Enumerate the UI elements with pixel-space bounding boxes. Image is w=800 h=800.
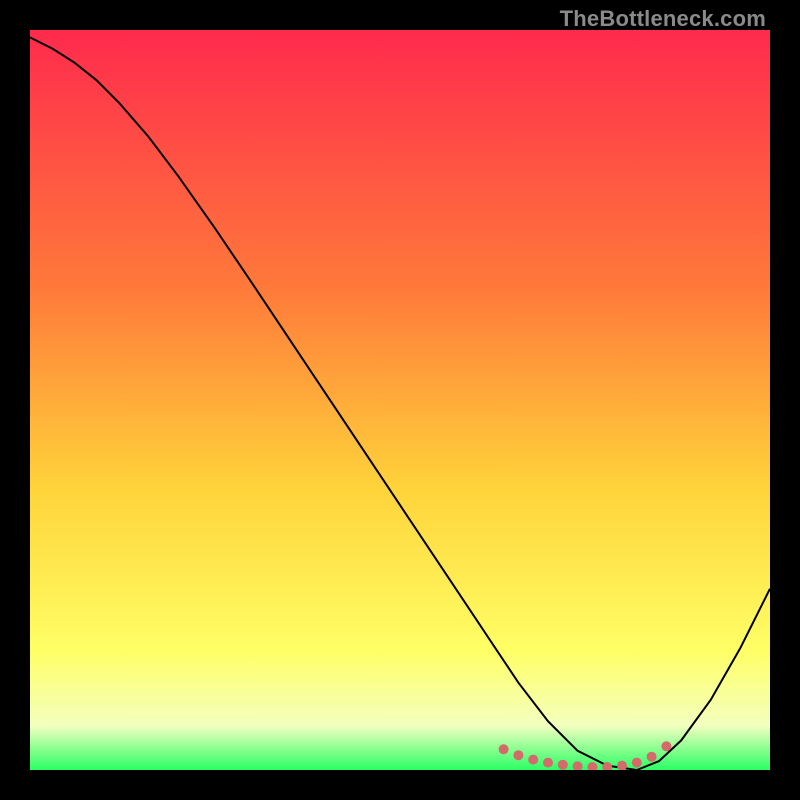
gradient-bg: [30, 30, 770, 770]
marker-dot: [513, 750, 523, 760]
chart-frame: [30, 30, 770, 770]
marker-dot: [661, 741, 671, 751]
marker-dot: [632, 758, 642, 768]
marker-dot: [543, 758, 553, 768]
marker-dot: [647, 752, 657, 762]
marker-dot: [558, 760, 568, 770]
marker-dot: [499, 744, 509, 754]
watermark-text: TheBottleneck.com: [560, 6, 766, 32]
chart-canvas: [30, 30, 770, 770]
marker-dot: [528, 755, 538, 765]
